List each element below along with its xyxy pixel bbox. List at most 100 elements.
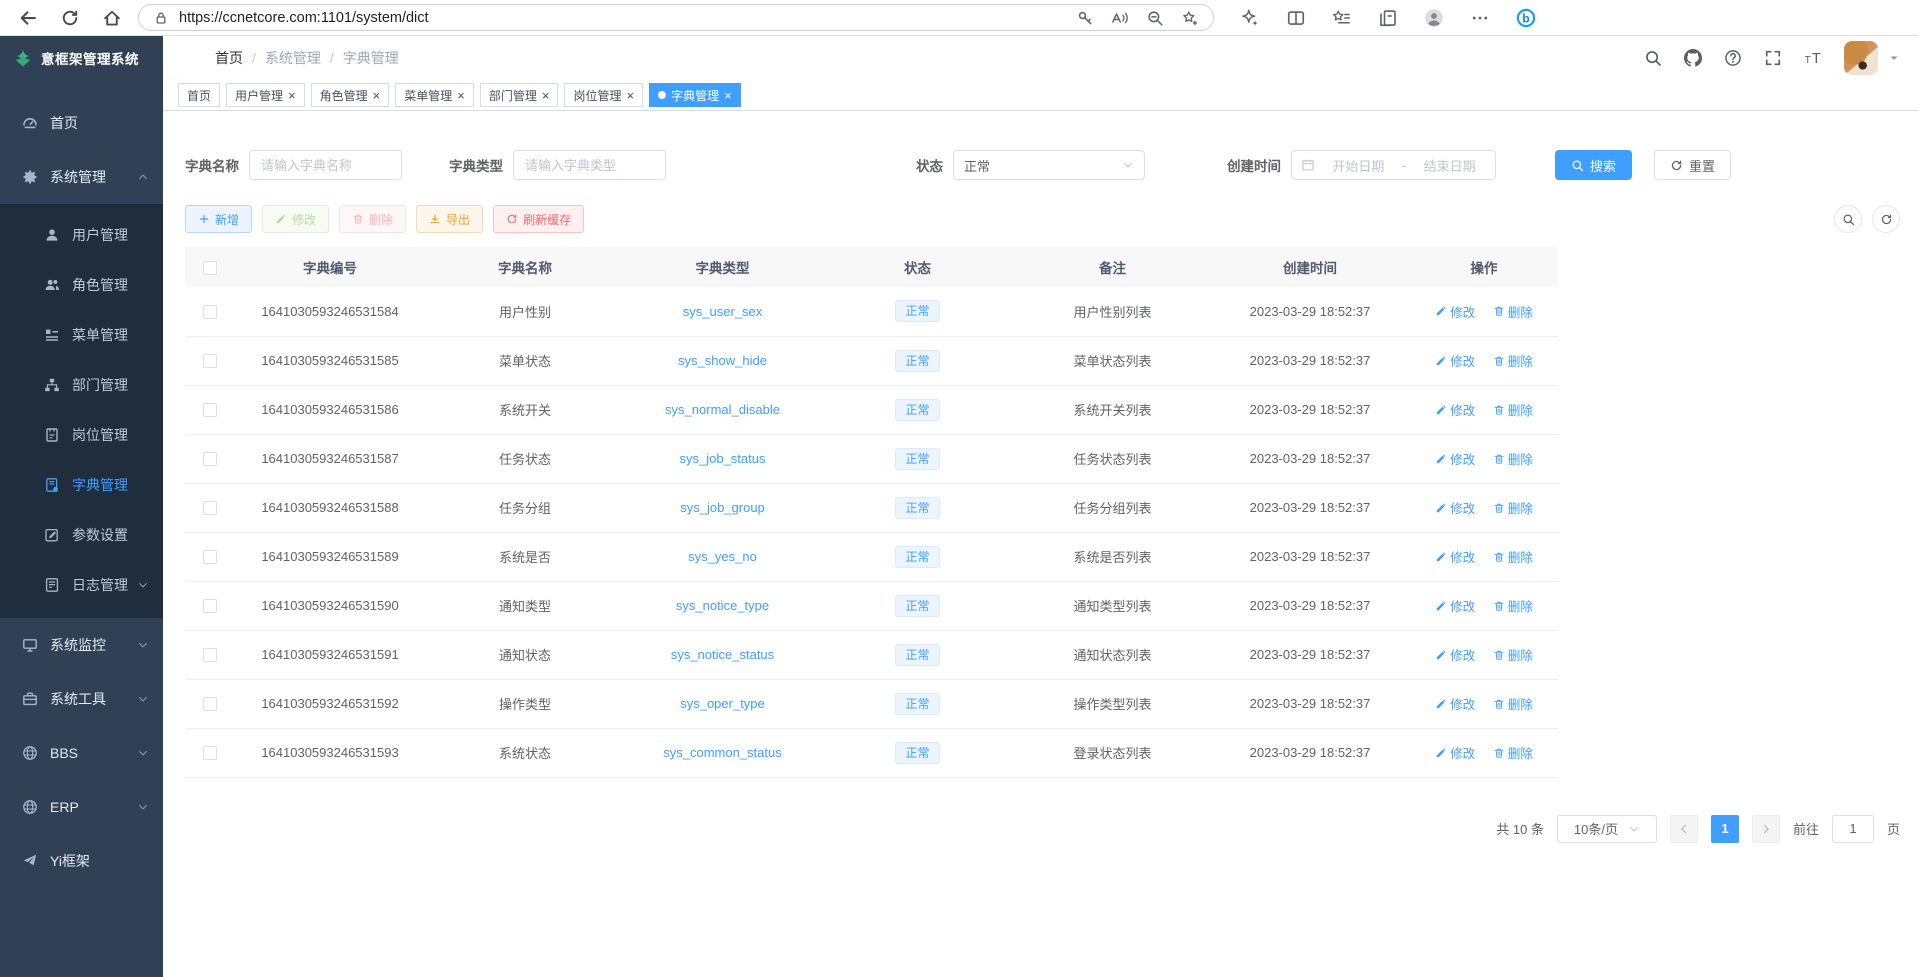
close-icon[interactable]: × bbox=[626, 89, 634, 102]
sidebar-item[interactable]: 首页 bbox=[0, 96, 163, 150]
search-button[interactable]: 搜索 bbox=[1555, 150, 1632, 180]
caret-down-icon[interactable] bbox=[1888, 52, 1900, 64]
dict-type-link[interactable]: sys_notice_status bbox=[671, 647, 774, 662]
toolbar-button[interactable]: 新增 bbox=[185, 205, 252, 233]
row-checkbox[interactable] bbox=[203, 550, 217, 564]
more-icon[interactable] bbox=[1470, 8, 1490, 28]
table-row[interactable]: 1641030593246531584 用户性别 sys_user_sex 正常… bbox=[185, 287, 1558, 336]
dict-name-input[interactable] bbox=[249, 150, 402, 180]
address-bar[interactable]: https://ccnetcore.com:1101/system/dict bbox=[138, 4, 1214, 31]
prev-page-button[interactable] bbox=[1670, 815, 1698, 843]
edit-link[interactable]: 修改 bbox=[1435, 400, 1475, 419]
table-row[interactable]: 1641030593246531592 操作类型 sys_oper_type 正… bbox=[185, 679, 1558, 728]
dict-type-link[interactable]: sys_job_status bbox=[680, 451, 766, 466]
row-checkbox[interactable] bbox=[203, 501, 217, 515]
dict-type-link[interactable]: sys_normal_disable bbox=[665, 402, 780, 417]
table-row[interactable]: 1641030593246531586 系统开关 sys_normal_disa… bbox=[185, 385, 1558, 434]
toolbar-button[interactable]: 导出 bbox=[416, 205, 483, 233]
delete-link[interactable]: 删除 bbox=[1493, 743, 1533, 762]
sidebar-item[interactable]: BBS bbox=[0, 726, 163, 780]
row-checkbox[interactable] bbox=[203, 452, 217, 466]
reset-button[interactable]: 重置 bbox=[1654, 150, 1731, 180]
bing-icon[interactable]: b bbox=[1516, 8, 1536, 28]
dict-type-link[interactable]: sys_yes_no bbox=[688, 549, 757, 564]
edit-link[interactable]: 修改 bbox=[1435, 449, 1475, 468]
delete-link[interactable]: 删除 bbox=[1493, 547, 1533, 566]
edit-link[interactable]: 修改 bbox=[1435, 547, 1475, 566]
date-range-picker[interactable]: 开始日期 - 结束日期 bbox=[1291, 150, 1496, 180]
home-icon[interactable] bbox=[102, 8, 122, 28]
key-icon[interactable] bbox=[1076, 9, 1094, 27]
sidebar-subitem[interactable]: 参数设置 bbox=[0, 510, 163, 560]
next-page-button[interactable] bbox=[1752, 815, 1780, 843]
close-icon[interactable]: × bbox=[457, 89, 465, 102]
toolbar-button[interactable]: 刷新缓存 bbox=[493, 205, 584, 233]
table-row[interactable]: 1641030593246531593 系统状态 sys_common_stat… bbox=[185, 728, 1558, 777]
refresh-icon[interactable] bbox=[60, 8, 80, 28]
collections-icon[interactable] bbox=[1378, 8, 1398, 28]
edit-link[interactable]: 修改 bbox=[1435, 498, 1475, 517]
sidebar-item[interactable]: 系统管理 bbox=[0, 150, 163, 204]
toolbar-button[interactable]: 修改 bbox=[262, 205, 329, 233]
table-row[interactable]: 1641030593246531585 菜单状态 sys_show_hide 正… bbox=[185, 336, 1558, 385]
delete-link[interactable]: 删除 bbox=[1493, 596, 1533, 615]
show-search-toggle-button[interactable] bbox=[1834, 205, 1862, 233]
sidebar-subitem[interactable]: 部门管理 bbox=[0, 360, 163, 410]
close-icon[interactable]: × bbox=[288, 89, 296, 102]
search-icon[interactable] bbox=[1644, 49, 1662, 67]
dict-type-input[interactable] bbox=[513, 150, 666, 180]
table-row[interactable]: 1641030593246531590 通知类型 sys_notice_type… bbox=[185, 581, 1558, 630]
url-text[interactable]: https://ccnetcore.com:1101/system/dict bbox=[179, 10, 429, 26]
delete-link[interactable]: 删除 bbox=[1493, 449, 1533, 468]
close-icon[interactable]: × bbox=[373, 89, 381, 102]
sidebar-subitem[interactable]: 日志管理 bbox=[0, 560, 163, 610]
row-checkbox[interactable] bbox=[203, 648, 217, 662]
delete-link[interactable]: 删除 bbox=[1493, 351, 1533, 370]
breadcrumb-item[interactable]: 字典管理 bbox=[343, 48, 399, 68]
breadcrumb-item[interactable]: 首页 bbox=[215, 48, 243, 68]
page-size-select[interactable]: 10条/页 bbox=[1557, 815, 1657, 843]
page-goto-input[interactable] bbox=[1832, 815, 1874, 843]
row-checkbox[interactable] bbox=[203, 746, 217, 760]
delete-link[interactable]: 删除 bbox=[1493, 645, 1533, 664]
edit-link[interactable]: 修改 bbox=[1435, 351, 1475, 370]
toolbar-button[interactable]: 删除 bbox=[339, 205, 406, 233]
tab[interactable]: 字典管理 × bbox=[649, 83, 741, 107]
zoom-page-icon[interactable] bbox=[1146, 9, 1164, 27]
edit-link[interactable]: 修改 bbox=[1435, 694, 1475, 713]
font-size-icon[interactable]: TT bbox=[1804, 49, 1822, 67]
sidebar-item[interactable]: ERP bbox=[0, 780, 163, 834]
refresh-table-button[interactable] bbox=[1872, 205, 1900, 233]
tab[interactable]: 部门管理 × bbox=[480, 83, 559, 107]
row-checkbox[interactable] bbox=[203, 697, 217, 711]
read-aloud-icon[interactable] bbox=[1111, 9, 1129, 27]
fullscreen-icon[interactable] bbox=[1764, 49, 1782, 67]
row-checkbox[interactable] bbox=[203, 305, 217, 319]
tab[interactable]: 用户管理 × bbox=[226, 83, 305, 107]
delete-link[interactable]: 删除 bbox=[1493, 498, 1533, 517]
sidebar-item[interactable]: Yi框架 bbox=[0, 834, 163, 888]
extensions-icon[interactable] bbox=[1240, 8, 1260, 28]
edit-link[interactable]: 修改 bbox=[1435, 596, 1475, 615]
dict-type-link[interactable]: sys_notice_type bbox=[676, 598, 769, 613]
sidebar-subitem[interactable]: 菜单管理 bbox=[0, 310, 163, 360]
delete-link[interactable]: 删除 bbox=[1493, 694, 1533, 713]
sidebar-subitem[interactable]: 岗位管理 bbox=[0, 410, 163, 460]
table-row[interactable]: 1641030593246531587 任务状态 sys_job_status … bbox=[185, 434, 1558, 483]
sidebar-item[interactable]: 系统监控 bbox=[0, 618, 163, 672]
table-row[interactable]: 1641030593246531591 通知状态 sys_notice_stat… bbox=[185, 630, 1558, 679]
favorite-add-icon[interactable] bbox=[1181, 9, 1199, 27]
delete-link[interactable]: 删除 bbox=[1493, 400, 1533, 419]
tab[interactable]: 首页 bbox=[178, 83, 220, 107]
current-page-button[interactable]: 1 bbox=[1711, 815, 1739, 843]
delete-link[interactable]: 删除 bbox=[1493, 302, 1533, 321]
split-screen-icon[interactable] bbox=[1286, 8, 1306, 28]
close-icon[interactable]: × bbox=[542, 89, 550, 102]
dict-type-link[interactable]: sys_user_sex bbox=[683, 304, 762, 319]
sidebar-subitem[interactable]: 用户管理 bbox=[0, 210, 163, 260]
breadcrumb-item[interactable]: 系统管理 bbox=[265, 48, 321, 68]
sidebar-subitem[interactable]: 角色管理 bbox=[0, 260, 163, 310]
help-icon[interactable] bbox=[1724, 49, 1742, 67]
tab[interactable]: 菜单管理 × bbox=[395, 83, 474, 107]
github-icon[interactable] bbox=[1684, 49, 1702, 67]
